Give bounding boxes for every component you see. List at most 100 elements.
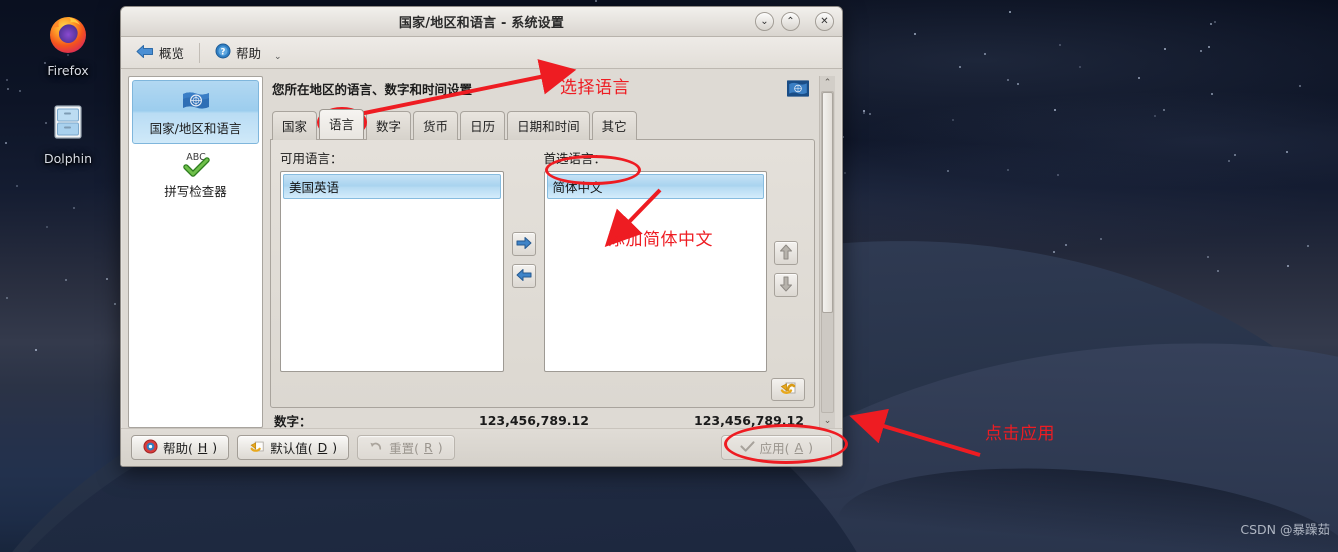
star	[1099, 237, 1102, 240]
window-titlebar[interactable]: 国家/地区和语言 - 系统设置 ⌄ ⌃ ✕	[121, 7, 842, 37]
settings-content: 您所在地区的语言、数字和时间设置 国家 语言 数字 货币 日历 日期和时间 其它…	[270, 76, 815, 428]
star	[1299, 84, 1302, 87]
move-down-button[interactable]	[774, 273, 798, 297]
star	[46, 226, 49, 229]
star	[1227, 160, 1230, 163]
tab-country[interactable]: 国家	[272, 111, 318, 140]
move-up-button[interactable]	[774, 241, 798, 265]
reset-icon	[369, 439, 384, 456]
tab-datetime[interactable]: 日期和时间	[507, 111, 590, 140]
available-languages-list[interactable]: 美国英语	[280, 171, 504, 372]
scroll-down-button[interactable]: ⌄	[820, 414, 835, 428]
scroll-up-button[interactable]: ⌃	[820, 76, 835, 90]
arrow-left-icon	[516, 268, 532, 285]
tab-calendar[interactable]: 日历	[460, 111, 506, 140]
star	[1214, 20, 1217, 23]
button-label-suffix: )	[437, 440, 443, 455]
star	[34, 349, 37, 352]
shade-down-button[interactable]: ⌄	[755, 12, 774, 31]
star	[1286, 150, 1289, 153]
firefox-icon	[22, 8, 114, 60]
sidebar-item-label: 拼写检查器	[164, 184, 227, 199]
overview-button[interactable]: 概览	[129, 41, 191, 64]
sidebar-item-spellcheck[interactable]: ABC 拼写检查器	[132, 144, 259, 206]
sidebar-item-formats[interactable]: 国家/地区和语言	[132, 80, 259, 144]
desktop-icon-firefox[interactable]: Firefox	[22, 8, 114, 78]
close-button[interactable]: ✕	[815, 12, 834, 31]
tab-currency[interactable]: 货币	[413, 111, 459, 140]
star	[1056, 174, 1059, 176]
star	[5, 78, 8, 81]
add-language-button[interactable]	[511, 232, 536, 256]
window-controls: ⌄ ⌃ ✕	[755, 12, 834, 31]
star	[1017, 82, 1020, 85]
chevron-down-icon[interactable]: ⌄	[274, 44, 282, 62]
button-accel: H	[197, 440, 208, 455]
star	[983, 52, 986, 55]
available-languages-column: 可用语言： 美国英语	[280, 148, 504, 372]
star	[1208, 45, 1211, 48]
desktop-icon-label: Dolphin	[44, 151, 92, 166]
scrollbar-track[interactable]	[821, 91, 834, 413]
star	[1200, 49, 1203, 52]
star	[595, 0, 598, 3]
scrollbar-thumb[interactable]	[822, 92, 833, 313]
preferred-languages-list[interactable]: 简体中文	[543, 171, 767, 372]
window-toolbar: 概览 ? 帮助 ⌄	[121, 37, 842, 69]
desktop-icon-dolphin[interactable]: Dolphin	[22, 96, 114, 166]
toolbar-separator	[199, 42, 201, 63]
help-icon: ?	[215, 43, 231, 62]
overview-label: 概览	[159, 46, 185, 61]
star	[862, 109, 865, 112]
button-label: 默认值(	[270, 441, 313, 456]
tab-strip: 国家 语言 数字 货币 日历 日期和时间 其它	[270, 109, 815, 140]
tab-language[interactable]: 语言	[319, 109, 365, 139]
arrow-down-icon	[779, 276, 793, 295]
star	[1138, 76, 1141, 79]
revert-languages-button[interactable]	[771, 378, 805, 401]
help-button[interactable]: 帮助( H)	[131, 435, 230, 460]
arrow-up-icon	[779, 244, 793, 263]
shade-up-button[interactable]: ⌃	[781, 12, 800, 31]
star	[913, 33, 916, 36]
help-toolbar-button[interactable]: ? 帮助	[208, 41, 268, 64]
button-accel: R	[424, 440, 433, 455]
settings-sidebar: 国家/地区和语言 ABC 拼写检查器	[128, 76, 263, 428]
star	[64, 279, 67, 282]
star	[1006, 168, 1009, 171]
content-scrollbar[interactable]: ⌃ ⌄	[819, 76, 835, 428]
star	[113, 302, 116, 305]
star	[1007, 79, 1010, 82]
star	[1206, 255, 1209, 258]
back-arrow-icon	[136, 44, 154, 62]
available-languages-label: 可用语言：	[280, 151, 343, 166]
button-label-suffix: )	[332, 440, 338, 455]
button-label-suffix: )	[212, 440, 218, 455]
star	[1209, 23, 1212, 26]
numbers-preview-label: 数字：	[274, 414, 312, 428]
star	[7, 87, 10, 90]
star	[959, 65, 962, 68]
star	[1307, 245, 1310, 248]
star	[1064, 244, 1067, 247]
reset-button[interactable]: 重置(R)	[357, 435, 455, 460]
star	[1164, 48, 1167, 51]
window-title: 国家/地区和语言 - 系统设置	[398, 16, 565, 31]
star	[72, 206, 75, 209]
content-wrap: 您所在地区的语言、数字和时间设置 国家 语言 数字 货币 日历 日期和时间 其它…	[270, 76, 835, 428]
button-label: 帮助(	[163, 441, 193, 456]
remove-language-button[interactable]	[511, 264, 536, 288]
highlight-simplified-chinese	[545, 155, 641, 185]
defaults-icon	[249, 439, 265, 457]
star	[863, 112, 866, 115]
list-item[interactable]: 美国英语	[283, 174, 501, 199]
system-settings-window: 国家/地区和语言 - 系统设置 ⌄ ⌃ ✕ 概览 ? 帮助 ⌄ 国家/地区和语言…	[120, 6, 843, 467]
defaults-button[interactable]: 默认值(D)	[237, 435, 350, 460]
watermark: CSDN @暴躁茹	[1240, 522, 1330, 537]
tab-other[interactable]: 其它	[591, 111, 637, 140]
desktop-icon-label: Firefox	[47, 63, 89, 78]
page-description: 您所在地区的语言、数字和时间设置	[272, 82, 473, 97]
star	[947, 169, 950, 172]
panel-footer	[280, 372, 805, 401]
tab-numbers[interactable]: 数字	[366, 111, 412, 140]
